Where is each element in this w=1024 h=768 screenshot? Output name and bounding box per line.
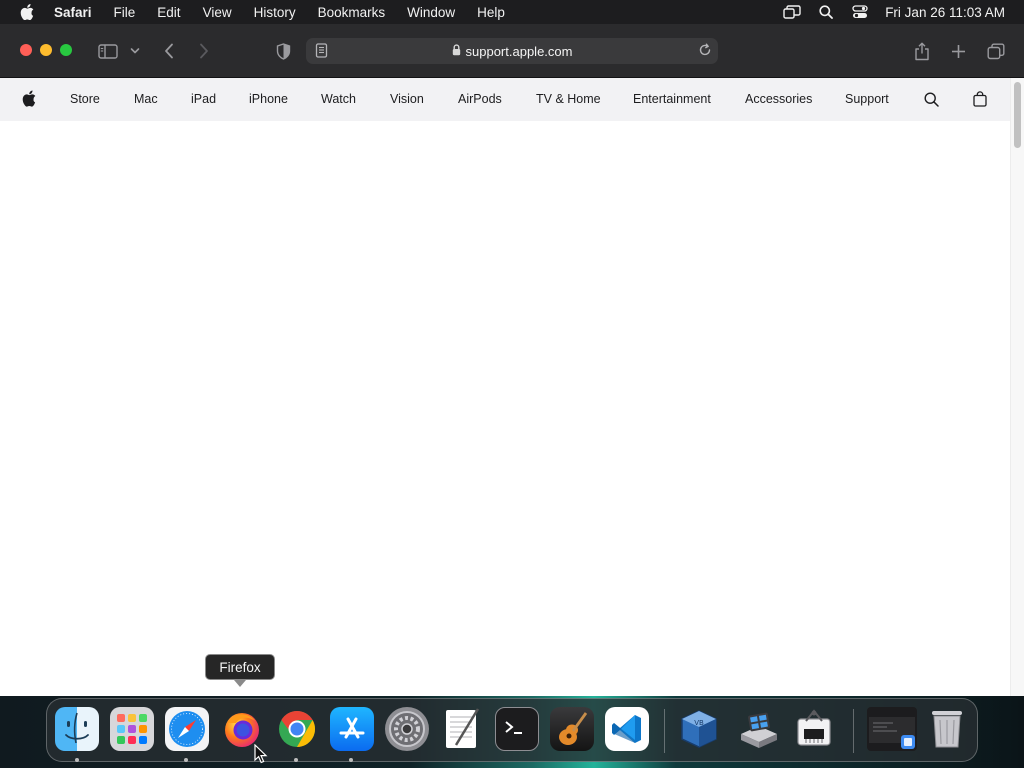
spotlight-search-icon[interactable]: [809, 5, 843, 19]
zoom-window-button[interactable]: [60, 44, 72, 56]
menu-help[interactable]: Help: [466, 5, 516, 20]
svg-text:VB: VB: [694, 719, 704, 727]
nav-ipad[interactable]: iPad: [191, 92, 216, 106]
new-tab-icon[interactable]: [948, 39, 968, 63]
nav-store[interactable]: Store: [70, 92, 100, 106]
app-store-icon[interactable]: [330, 707, 374, 751]
reader-icon[interactable]: [315, 43, 328, 61]
menu-app-name[interactable]: Safari: [54, 5, 103, 20]
mouse-pointer-icon: [254, 744, 268, 764]
back-icon[interactable]: [160, 39, 178, 63]
launchpad-icon[interactable]: [110, 707, 154, 751]
url-text[interactable]: support.apple.com: [466, 44, 573, 59]
page-scrollbar[interactable]: [1010, 78, 1024, 696]
chrome-icon[interactable]: [275, 707, 319, 751]
finder-running-dot: [75, 758, 79, 762]
nav-support[interactable]: Support: [845, 92, 889, 106]
nav-iphone[interactable]: iPhone: [249, 92, 288, 106]
nav-airpods[interactable]: AirPods: [458, 92, 502, 106]
menu-view[interactable]: View: [192, 5, 243, 20]
downloads-stack-icon[interactable]: [867, 707, 917, 751]
textedit-icon[interactable]: [440, 707, 484, 751]
menu-bookmarks[interactable]: Bookmarks: [307, 5, 397, 20]
menu-history[interactable]: History: [243, 5, 307, 20]
trash-icon[interactable]: [925, 707, 969, 751]
vscode-icon[interactable]: [605, 707, 649, 751]
dock: VB: [46, 698, 978, 762]
garageband-icon[interactable]: [550, 707, 594, 751]
virtualbox-icon[interactable]: VB: [677, 707, 721, 751]
share-icon[interactable]: [912, 39, 932, 63]
privacy-shield-icon[interactable]: [273, 39, 293, 63]
dock-tooltip-arrow: [234, 680, 246, 687]
menu-edit[interactable]: Edit: [146, 5, 191, 20]
nav-tv-home[interactable]: TV & Home: [536, 92, 601, 106]
menu-window[interactable]: Window: [396, 5, 466, 20]
menu-bar: Safari File Edit View History Bookmarks …: [0, 0, 1024, 24]
shopping-bag-icon[interactable]: [973, 91, 987, 110]
chrome-running-dot: [294, 758, 298, 762]
nav-mac[interactable]: Mac: [134, 92, 158, 106]
system-settings-icon[interactable]: [385, 707, 429, 751]
dock-separator: [664, 709, 665, 753]
page-content-area[interactable]: [0, 121, 1010, 696]
safari-window: support.apple.com Store Mac iPad iPhone …: [0, 24, 1024, 696]
safari-running-dot: [184, 758, 188, 762]
tab-group-chevron-icon[interactable]: [128, 39, 142, 63]
site-search-icon[interactable]: [924, 92, 939, 110]
dock-separator-2: [853, 709, 854, 753]
dock-tooltip: Firefox: [205, 654, 275, 680]
control-center-icon[interactable]: [843, 5, 877, 19]
apple-logo-icon[interactable]: [22, 90, 36, 110]
sidebar-toggle-icon[interactable]: [96, 39, 120, 63]
tab-overview-icon[interactable]: [985, 39, 1007, 63]
reload-icon[interactable]: [698, 43, 712, 60]
boot-camp-assistant-icon[interactable]: [737, 707, 781, 751]
terminal-icon[interactable]: [495, 707, 539, 751]
app-store-running-dot: [349, 758, 353, 762]
menubar-clock[interactable]: Fri Jan 26 11:03 AM: [877, 5, 1024, 20]
nav-watch[interactable]: Watch: [321, 92, 356, 106]
menu-file[interactable]: File: [103, 5, 147, 20]
nav-vision[interactable]: Vision: [390, 92, 424, 106]
nav-accessories[interactable]: Accessories: [745, 92, 812, 106]
safari-icon[interactable]: [165, 707, 209, 751]
apple-global-nav: Store Mac iPad iPhone Watch Vision AirPo…: [0, 78, 1010, 121]
minimize-window-button[interactable]: [40, 44, 52, 56]
nav-entertainment[interactable]: Entertainment: [633, 92, 711, 106]
page-scrollbar-thumb[interactable]: [1014, 82, 1021, 148]
browser-toolbar: support.apple.com: [0, 24, 1024, 78]
screen-mirroring-icon[interactable]: [775, 5, 809, 19]
lock-icon: [452, 43, 461, 59]
address-bar[interactable]: support.apple.com: [306, 38, 718, 64]
forward-icon[interactable]: [195, 39, 213, 63]
apple-menu-icon[interactable]: [0, 4, 54, 20]
system-information-icon[interactable]: [792, 707, 836, 751]
close-window-button[interactable]: [20, 44, 32, 56]
finder-icon[interactable]: [55, 707, 99, 751]
